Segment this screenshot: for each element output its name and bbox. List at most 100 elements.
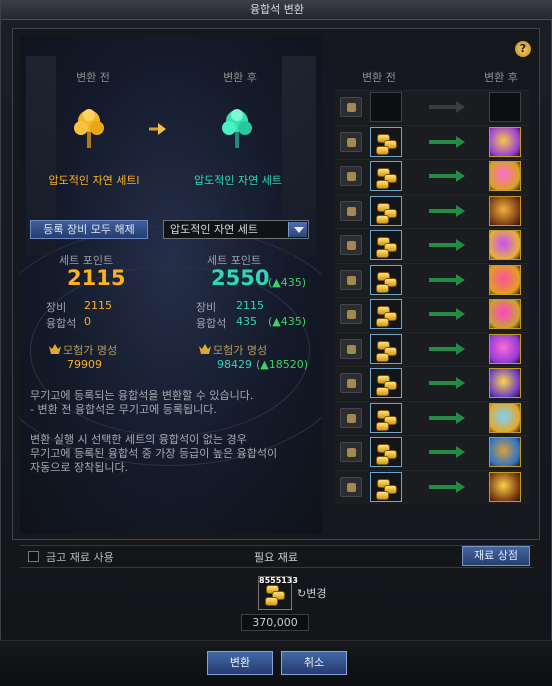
after-fusion-stone-slot[interactable] bbox=[489, 437, 521, 467]
after-fusion-stone-slot[interactable] bbox=[489, 126, 521, 157]
shoes-slot bbox=[334, 262, 530, 297]
pants-slot bbox=[334, 159, 530, 193]
teal-tree-icon bbox=[222, 109, 252, 148]
set-select-value: 압도적인 자연 세트 bbox=[170, 223, 258, 236]
before-fusion-stone-slot[interactable] bbox=[370, 264, 402, 295]
before-fusion-stone-slot[interactable] bbox=[370, 437, 402, 467]
after-fusion-label: 융합석 bbox=[196, 317, 227, 330]
shoulder-slot bbox=[334, 193, 530, 228]
arrow-shaft bbox=[429, 139, 457, 144]
unregister-all-button[interactable]: 등록 장비 모두 해제 bbox=[30, 220, 148, 239]
arrow-shaft bbox=[429, 277, 457, 282]
belt-icon bbox=[340, 235, 362, 255]
change-label: 변경 bbox=[306, 587, 327, 600]
arrow-shaft bbox=[429, 312, 457, 316]
coin-icon bbox=[376, 421, 389, 431]
before-fusion-stone-slot[interactable] bbox=[370, 92, 402, 122]
convert-arrow-icon bbox=[429, 377, 465, 389]
chevron-down-icon[interactable] bbox=[288, 222, 307, 237]
after-fusion-stone-slot[interactable] bbox=[489, 333, 521, 364]
coin-icon bbox=[376, 283, 389, 293]
after-fusion-stone-slot[interactable] bbox=[489, 264, 521, 295]
shoes-icon bbox=[340, 269, 362, 290]
after-fame-value: 98429 bbox=[217, 358, 252, 371]
earring-icon bbox=[340, 476, 362, 497]
magic-stone-slot bbox=[334, 435, 530, 469]
arrow-head bbox=[456, 101, 465, 113]
after-set-name: 압도적인 자연 세트 bbox=[194, 174, 282, 187]
description-line: - 변환 전 융합석은 무기고에 등록됩니다. bbox=[30, 403, 217, 416]
arrow-head bbox=[456, 170, 465, 182]
after-fusion-stone-slot[interactable] bbox=[489, 195, 521, 226]
cost-value: 370,000 bbox=[241, 614, 309, 631]
cancel-button[interactable]: 취소 bbox=[281, 651, 347, 675]
fame-icon bbox=[49, 344, 61, 354]
before-fusion-stone-slot[interactable] bbox=[370, 126, 402, 157]
after-points-value: 2550 bbox=[211, 266, 270, 290]
before-fame-label: 모험가 명성 bbox=[63, 344, 118, 357]
before-fusion-stone-slot[interactable] bbox=[370, 402, 402, 433]
right-after-header: 변환 후 bbox=[484, 71, 518, 84]
after-fame-delta: (▲18520) bbox=[256, 358, 309, 371]
arrow-shaft bbox=[429, 450, 457, 454]
before-fusion-stone-slot[interactable] bbox=[370, 333, 402, 364]
arrow-shaft bbox=[429, 208, 457, 213]
description-line: 무기고에 등록되는 융합석을 변환할 수 있습니다. bbox=[30, 389, 254, 402]
convert-arrow-icon bbox=[429, 239, 465, 251]
convert-arrow-icon bbox=[429, 135, 465, 148]
convert-arrow-icon bbox=[429, 308, 465, 320]
after-fusion-stone-slot[interactable] bbox=[489, 368, 521, 398]
arrow-shaft bbox=[429, 105, 457, 109]
after-fusion-delta: (▲435) bbox=[268, 315, 307, 328]
arrow-head bbox=[456, 446, 465, 458]
before-fusion-stone-slot[interactable] bbox=[370, 471, 402, 502]
arrow-head bbox=[456, 411, 465, 424]
set-select[interactable]: 압도적인 자연 세트 bbox=[163, 220, 309, 239]
after-fusion-stone-slot[interactable] bbox=[489, 161, 521, 191]
after-header: 변환 후 bbox=[223, 71, 257, 84]
sub-equip-icon bbox=[340, 407, 362, 428]
material-store-button[interactable]: 재료 상점 bbox=[462, 546, 530, 566]
magic-stone-icon bbox=[340, 442, 362, 462]
before-fusion-stone-slot[interactable] bbox=[370, 368, 402, 398]
coin-icon bbox=[376, 214, 389, 224]
convert-arrow-icon bbox=[429, 101, 465, 113]
right-before-header: 변환 전 bbox=[362, 71, 396, 84]
after-fusion-stone-slot[interactable] bbox=[489, 402, 521, 433]
after-fusion-stone-slot[interactable] bbox=[489, 471, 521, 502]
coin-icon bbox=[376, 490, 389, 500]
fame-icon bbox=[199, 344, 211, 354]
bracelet-icon bbox=[340, 304, 362, 324]
arrow-head bbox=[456, 273, 465, 286]
sub-equip-slot bbox=[334, 400, 530, 435]
before-fusion-stone-slot[interactable] bbox=[370, 161, 402, 191]
window-title: 융합석 변환 bbox=[1, 1, 552, 20]
necklace-slot bbox=[334, 331, 530, 366]
before-equip-value: 2115 bbox=[84, 299, 112, 312]
convert-button[interactable]: 변환 bbox=[207, 651, 273, 675]
gold-tree-icon bbox=[74, 109, 104, 148]
arrow-head bbox=[456, 377, 465, 389]
arrow-head bbox=[456, 204, 465, 217]
convert-arrow-icon bbox=[429, 411, 465, 424]
weapon-slot bbox=[334, 90, 530, 124]
change-material-link[interactable]: ↻변경 bbox=[297, 585, 326, 601]
before-fusion-stone-slot[interactable] bbox=[370, 195, 402, 226]
arrow-shaft bbox=[429, 415, 457, 420]
after-fusion-stone-slot[interactable] bbox=[489, 92, 521, 122]
before-fame-value: 79909 bbox=[67, 358, 102, 371]
arrow-head bbox=[456, 239, 465, 251]
before-fusion-stone-slot[interactable] bbox=[370, 230, 402, 260]
ring-slot bbox=[334, 366, 530, 400]
before-equip-label: 장비 bbox=[46, 301, 67, 314]
after-fusion-stone-slot[interactable] bbox=[489, 230, 521, 260]
material-count: 8555133 bbox=[259, 576, 298, 585]
convert-arrow-icon bbox=[429, 480, 465, 493]
bracelet-slot bbox=[334, 297, 530, 331]
arrow-head bbox=[456, 135, 465, 148]
arrow-head bbox=[456, 480, 465, 493]
coin-icon bbox=[376, 145, 389, 155]
before-fusion-stone-slot[interactable] bbox=[370, 299, 402, 329]
help-icon[interactable]: ? bbox=[515, 41, 531, 57]
after-fusion-stone-slot[interactable] bbox=[489, 299, 521, 329]
